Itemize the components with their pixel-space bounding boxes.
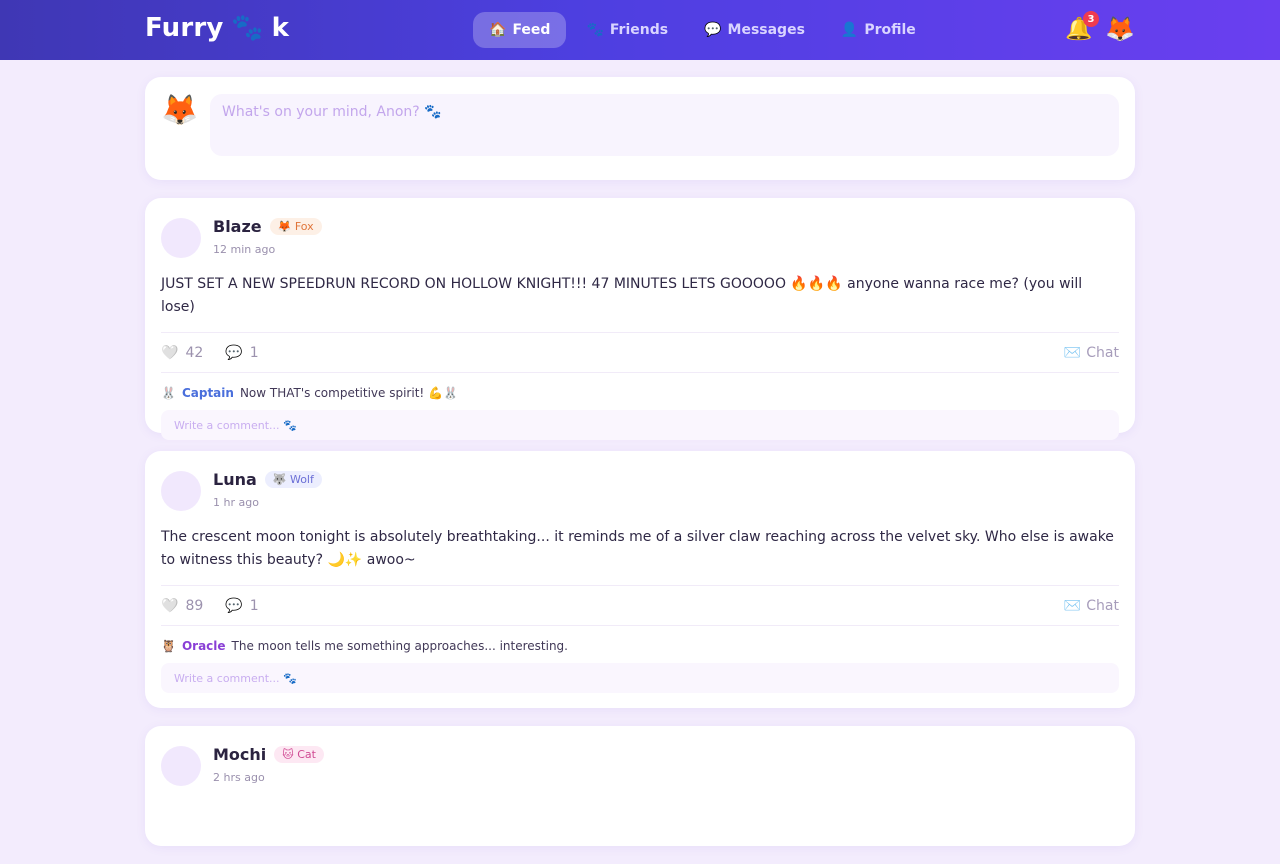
post-header: Blaze 🦊 Fox 12 min ago [161, 214, 1119, 260]
nav-feed[interactable]: 🏠 Feed [473, 12, 567, 48]
envelope-icon: ✉️ [1063, 597, 1082, 614]
comment-button[interactable]: 💬 1 [225, 345, 258, 361]
post-body: The crescent moon tonight is absolutely … [161, 526, 1119, 586]
owl-icon: 🦉 [161, 639, 176, 653]
comment-button[interactable]: 💬 1 [225, 598, 258, 614]
comment-count: 1 [249, 344, 259, 361]
chat-label: Chat [1086, 597, 1119, 614]
post-timestamp: 2 hrs ago [213, 771, 265, 784]
rabbit-icon: 🐰 [161, 386, 176, 400]
paw-logo-icon: 🐾 [231, 13, 264, 43]
comment-icon: 💬 [225, 344, 243, 361]
comment-count: 1 [249, 597, 259, 614]
envelope-icon: ✉️ [1063, 344, 1082, 361]
comment-text: Now THAT's competitive spirit! 💪🐰 [239, 386, 458, 400]
comment-author[interactable]: Oracle [182, 639, 226, 653]
post-author[interactable]: Blaze [213, 217, 262, 236]
species-badge: 🦊 Fox [269, 217, 322, 235]
logo-text-left: Furry [145, 13, 224, 43]
post-author[interactable]: Mochi [213, 745, 266, 764]
like-button[interactable]: 🤍 42 [161, 345, 203, 361]
nav-friends-label: Friends [609, 22, 669, 38]
comment-icon: 💬 [225, 597, 243, 614]
post-actions: 🤍 89 💬 1 ✉️ Chat [161, 586, 1119, 626]
feed-column: 🦊 What's on your mind, Anon? 🐾 Blaze 🦊 F… [145, 77, 1135, 864]
like-count: 42 [185, 344, 204, 361]
post-card: Luna 🐺 Wolf 1 hr ago The crescent moon t… [145, 451, 1135, 708]
nav-messages-label: Messages [727, 22, 805, 38]
nav-right-actions: 🔔 3 🦊 [1065, 11, 1135, 46]
top-navbar: Furry 🐾 k 🏠 Feed 🐾 Friends 💬 Messages 👤 … [0, 0, 1280, 60]
comment-item: 🐰 Captain Now THAT's competitive spirit!… [161, 383, 1119, 403]
speech-bubble-icon: 💬 [704, 22, 722, 38]
paw-icon: 🐾 [586, 22, 604, 38]
nav-profile[interactable]: 👤 Profile [825, 12, 932, 48]
comment-text: The moon tells me something approaches..… [231, 639, 568, 653]
post-timestamp: 1 hr ago [213, 496, 259, 509]
chat-button[interactable]: ✉️ Chat [1064, 345, 1119, 361]
heart-icon: 🤍 [161, 597, 179, 614]
comment-input[interactable]: Write a comment... 🐾 [161, 410, 1119, 440]
home-icon: 🏠 [489, 22, 507, 38]
like-button[interactable]: 🤍 89 [161, 598, 203, 614]
nav-profile-label: Profile [864, 22, 916, 38]
post-timestamp: 12 min ago [213, 243, 276, 256]
user-avatar-button[interactable]: 🦊 [1105, 12, 1135, 46]
like-count: 89 [185, 597, 204, 614]
nav-messages[interactable]: 💬 Messages [688, 12, 821, 48]
post-actions: 🤍 42 💬 1 ✉️ Chat [161, 333, 1119, 373]
chat-button[interactable]: ✉️ Chat [1064, 598, 1119, 614]
nav-feed-label: Feed [512, 22, 551, 38]
post-card: Blaze 🦊 Fox 12 min ago JUST SET A NEW SP… [145, 198, 1135, 440]
post-composer: 🦊 What's on your mind, Anon? 🐾 [145, 77, 1135, 180]
chat-label: Chat [1086, 344, 1119, 361]
avatar[interactable] [161, 218, 201, 258]
post-body: JUST SET A NEW SPEEDRUN RECORD ON HOLLOW… [161, 273, 1119, 333]
avatar[interactable] [161, 471, 201, 511]
comment-author[interactable]: Captain [182, 386, 234, 400]
avatar[interactable] [161, 746, 201, 786]
species-badge: 🐱 Cat [274, 745, 324, 763]
main-nav: 🏠 Feed 🐾 Friends 💬 Messages 👤 Profile [473, 12, 936, 48]
composer-avatar: 🦊 [161, 93, 199, 128]
composer-input[interactable]: What's on your mind, Anon? 🐾 [210, 94, 1119, 156]
comment-item: 🦉 Oracle The moon tells me something app… [161, 636, 1119, 656]
post-card: Mochi 🐱 Cat 2 hrs ago [145, 726, 1135, 846]
nav-friends[interactable]: 🐾 Friends [570, 12, 684, 48]
species-badge: 🐺 Wolf [264, 470, 322, 488]
comment-input[interactable]: Write a comment... 🐾 [161, 663, 1119, 693]
post-header: Luna 🐺 Wolf 1 hr ago [161, 467, 1119, 513]
post-author[interactable]: Luna [213, 470, 257, 489]
notification-badge: 3 [1083, 11, 1099, 27]
notifications-button[interactable]: 🔔 3 [1065, 11, 1099, 46]
post-header: Mochi 🐱 Cat 2 hrs ago [161, 742, 1119, 788]
user-icon: 👤 [840, 22, 859, 38]
logo-text-right: k [271, 13, 290, 43]
heart-icon: 🤍 [161, 344, 179, 361]
app-logo[interactable]: Furry 🐾 k [145, 13, 289, 43]
